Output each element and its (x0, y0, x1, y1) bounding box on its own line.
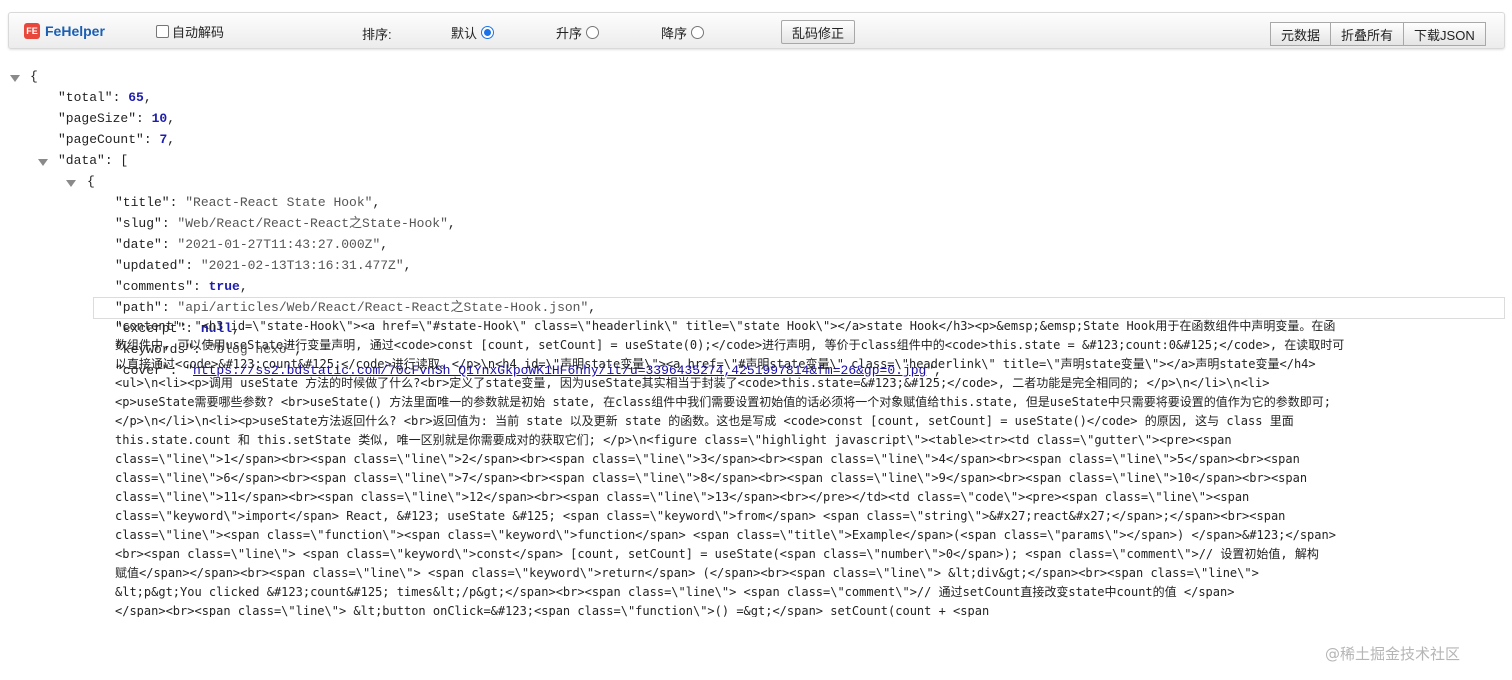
fehelper-toolbar: FE FeHelper 自动解码 排序: 默认 升序 降序 乱码修正 元数据 折… (8, 12, 1505, 49)
json-key: "pageSize" (58, 111, 137, 126)
json-string: "Web/React/React-React之State-Hook" (177, 216, 448, 231)
sort-asc-radio[interactable] (586, 26, 600, 39)
content-line: 数组件中, 可以使用useState进行变量声明, 通过<code>const … (115, 338, 1345, 352)
json-line-comments: "comments": true, (115, 279, 248, 294)
sort-option-default[interactable]: 默认 (451, 23, 495, 42)
metadata-button[interactable]: 元数据 (1270, 22, 1332, 46)
content-line: "content": "<h3 id=\"state-Hook\"><a hre… (115, 319, 1336, 333)
json-line-root: { (30, 69, 38, 84)
json-line-pagecount: "pageCount": 7, (58, 132, 176, 147)
json-line-updated: "updated": "2021-02-13T13:16:31.477Z", (115, 258, 412, 273)
json-boolean: true (208, 279, 240, 294)
content-line: class=\"line\"><span class=\"function\">… (115, 528, 1336, 542)
json-line-path: "path": "api/articles/Web/React/React-Re… (115, 300, 597, 315)
json-line-title: "title": "React-React State Hook", (115, 195, 381, 210)
content-line: class=\"keyword\">import</span> React, &… (115, 509, 1286, 523)
json-key: "updated" (115, 258, 186, 273)
auto-decode-checkbox[interactable] (156, 25, 169, 38)
json-string: "2021-02-13T13:16:31.477Z" (200, 258, 404, 273)
content-line: 以直接通过<code>&#123;count&#125;</code>进行读取。… (115, 357, 1316, 371)
download-json-button[interactable]: 下载JSON (1403, 22, 1486, 46)
right-button-group: 元数据 折叠所有 下载JSON (1270, 22, 1486, 46)
content-line: class=\"line\">6</span><br><span class=\… (115, 471, 1308, 485)
content-line: 赋值</span></span><br><span class=\"line\"… (115, 566, 1259, 580)
json-key: "slug" (115, 216, 162, 231)
watermark-text: @稀土掘金技术社区 (1325, 645, 1461, 663)
json-string: "React-React State Hook" (185, 195, 373, 210)
content-line: <p>useState需要哪些参数? <br>useState() 方法里面唯一… (115, 395, 1331, 409)
sort-default-radio[interactable] (481, 26, 495, 39)
collapse-item-icon[interactable] (66, 180, 76, 187)
sort-label: 排序: (362, 27, 392, 42)
content-line: &lt;p&gt;You clicked &#123;count&#125; t… (115, 585, 1235, 599)
sort-option-label: 默认 (451, 26, 478, 41)
json-line-total: "total": 65, (58, 90, 152, 105)
json-key: "comments" (115, 279, 194, 294)
sort-desc-radio[interactable] (691, 26, 705, 39)
json-line-data: "data": [ (58, 153, 129, 168)
content-line: class=\"line\">11</span><br><span class=… (115, 490, 1250, 504)
sort-option-label: 降序 (661, 26, 688, 41)
content-line: <br><span class=\"line\"> <span class=\"… (115, 547, 1319, 561)
json-key: "content" (115, 319, 181, 333)
auto-decode-label: 自动解码 (172, 25, 225, 40)
json-number: 7 (159, 132, 168, 147)
collapse-root-icon[interactable] (10, 75, 20, 82)
json-key: "path" (115, 300, 162, 315)
json-line-item: { (87, 174, 95, 189)
json-number: 10 (151, 111, 168, 126)
json-key: "date" (115, 237, 162, 252)
json-key: "data" (58, 153, 105, 168)
sort-option-label: 升序 (556, 26, 583, 41)
collapse-data-icon[interactable] (38, 159, 48, 166)
json-key: "title" (115, 195, 170, 210)
json-string: "2021-01-27T11:43:27.000Z" (177, 237, 381, 252)
content-line: class=\"line\">1</span><br><span class=\… (115, 452, 1300, 466)
fix-encoding-button[interactable]: 乱码修正 (781, 20, 855, 44)
content-line: </p>\n</li>\n<li><p>useState方法返回什么? <br>… (115, 414, 1294, 428)
fehelper-logo: FE FeHelper (24, 23, 105, 39)
auto-decode-option[interactable]: 自动解码 (156, 22, 224, 41)
json-line-pagesize: "pageSize": 10, (58, 111, 176, 126)
sort-option-desc[interactable]: 降序 (661, 23, 705, 42)
json-number: 65 (128, 90, 144, 105)
brand-name: FeHelper (45, 23, 105, 39)
collapse-all-button[interactable]: 折叠所有 (1330, 22, 1405, 46)
json-line-date: "date": "2021-01-27T11:43:27.000Z", (115, 237, 389, 252)
sort-option-asc[interactable]: 升序 (556, 23, 600, 42)
json-key: "total" (58, 90, 113, 105)
content-value-block: "content": "<h3 id=\"state-Hook\"><a hre… (115, 317, 1505, 617)
json-key: "pageCount" (58, 132, 144, 147)
content-line: this.state.count 和 this.setState 类似, 唯一区… (115, 433, 1232, 447)
fehelper-logo-icon: FE (24, 23, 40, 39)
content-line: </span><br><span class=\"line\"> &lt;but… (115, 604, 990, 617)
content-line: <ul>\n<li><p>调用 useState 方法的时候做了什么?<br>定… (115, 376, 1270, 390)
json-string: "api/articles/Web/React/React-React之Stat… (177, 300, 589, 315)
json-line-slug: "slug": "Web/React/React-React之State-Hoo… (115, 216, 456, 231)
